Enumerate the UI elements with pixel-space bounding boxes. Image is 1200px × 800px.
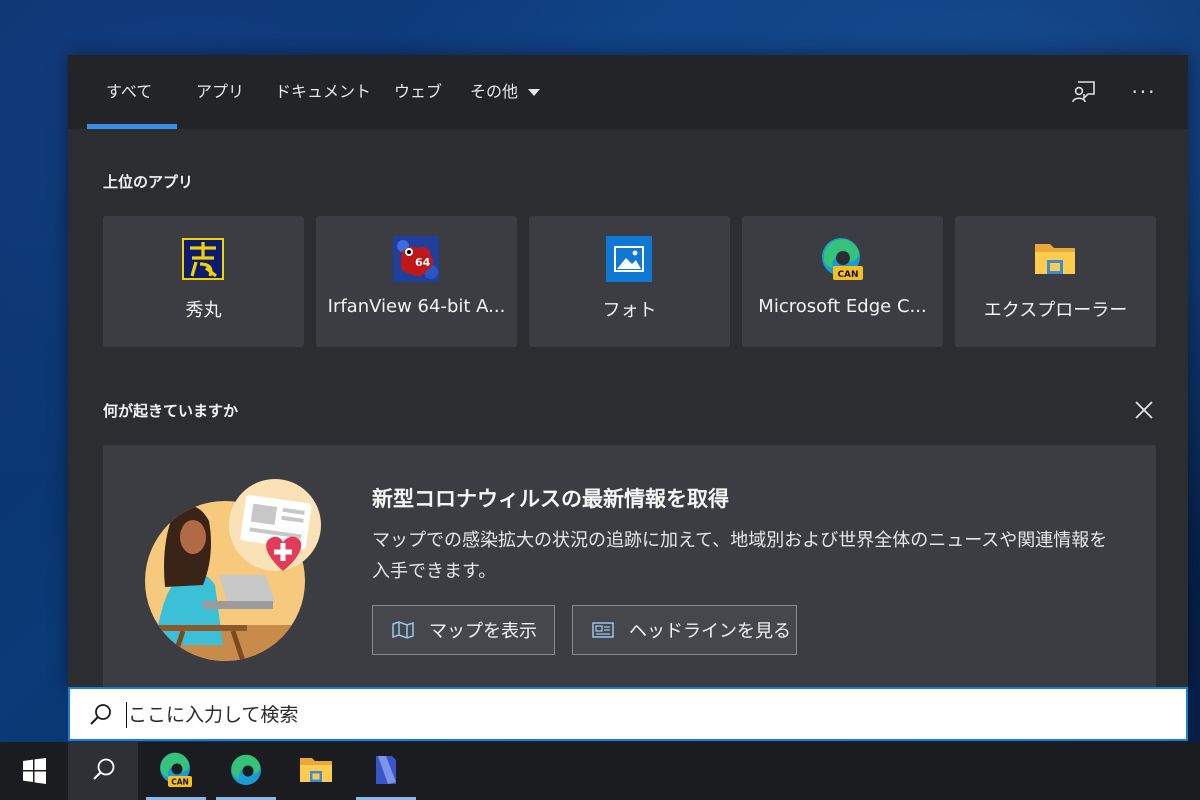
hidemaru-icon bbox=[182, 238, 224, 280]
taskbar-edge-canary[interactable]: CAN bbox=[146, 742, 206, 800]
app-label: IrfanView 64-bit A... bbox=[327, 296, 506, 317]
see-headlines-button[interactable]: ヘッドラインを見る bbox=[572, 605, 797, 655]
top-apps-title: 上位のアプリ bbox=[103, 173, 194, 191]
tab-apps[interactable]: アプリ bbox=[196, 55, 244, 129]
more-dots-icon: ··· bbox=[1131, 80, 1157, 104]
more-options-button[interactable]: ··· bbox=[1127, 75, 1161, 109]
feedback-icon bbox=[1072, 81, 1095, 103]
edge-icon bbox=[231, 754, 261, 785]
map-icon bbox=[392, 621, 414, 639]
taskbar-notepad[interactable] bbox=[356, 742, 416, 800]
taskbar-search-button[interactable] bbox=[68, 742, 138, 800]
irfanview-badge: 64 bbox=[415, 256, 431, 269]
app-label: 秀丸 bbox=[185, 300, 222, 321]
file-explorer-icon bbox=[300, 758, 332, 782]
search-panel: すべて アプリ ドキュメント ウェブ その他 ··· 上位のアプリ 秀丸 64 … bbox=[68, 55, 1188, 687]
canary-badge: CAN bbox=[837, 270, 858, 280]
app-tile-edge-canary[interactable]: CAN Microsoft Edge C... bbox=[742, 216, 943, 347]
tab-documents[interactable]: ドキュメント bbox=[275, 55, 371, 129]
show-map-button[interactable]: マップを表示 bbox=[372, 605, 555, 655]
search-box[interactable] bbox=[68, 687, 1188, 741]
app-tile-file-explorer[interactable]: エクスプローラー bbox=[955, 216, 1156, 347]
app-label: フォト bbox=[602, 300, 657, 321]
tab-web[interactable]: ウェブ bbox=[394, 55, 442, 129]
show-map-label: マップを表示 bbox=[429, 621, 537, 642]
chevron-down-icon bbox=[528, 89, 541, 96]
file-explorer-icon bbox=[1035, 244, 1075, 274]
tab-more[interactable]: その他 bbox=[470, 55, 541, 129]
search-tabbar: すべて アプリ ドキュメント ウェブ その他 ··· bbox=[68, 55, 1188, 129]
app-tile-irfanview[interactable]: 64 IrfanView 64-bit A... bbox=[316, 216, 517, 347]
app-tile-photos[interactable]: フォト bbox=[529, 216, 730, 347]
text-cursor bbox=[126, 702, 127, 728]
app-label: エクスプローラー bbox=[983, 300, 1128, 321]
photos-icon bbox=[606, 236, 652, 282]
taskbar-edge[interactable] bbox=[216, 742, 276, 800]
active-tab-indicator bbox=[87, 124, 177, 129]
windows-start-icon bbox=[23, 758, 46, 784]
start-button[interactable] bbox=[0, 742, 68, 800]
taskbar-file-explorer[interactable] bbox=[286, 742, 346, 800]
irfanview-icon: 64 bbox=[393, 236, 439, 282]
search-icon bbox=[90, 704, 111, 725]
tab-all[interactable]: すべて bbox=[106, 55, 152, 129]
news-body: マップでの感染拡大の状況の追跡に加えて、地域別および世界全体のニュースや関連情報… bbox=[372, 530, 1108, 582]
app-label: Microsoft Edge C... bbox=[758, 296, 927, 317]
edge-canary-icon: CAN bbox=[822, 238, 863, 280]
search-input[interactable] bbox=[128, 697, 1168, 733]
search-icon bbox=[93, 758, 115, 780]
taskbar: CAN bbox=[0, 742, 1200, 800]
covid-illustration bbox=[145, 479, 321, 661]
feedback-button[interactable] bbox=[1067, 75, 1101, 109]
news-title: 新型コロナウィルスの最新情報を取得 bbox=[372, 487, 729, 511]
whats-happening-title: 何が起きていますか bbox=[103, 402, 239, 420]
see-headlines-label: ヘッドラインを見る bbox=[629, 621, 791, 642]
close-icon[interactable] bbox=[1132, 398, 1156, 422]
canary-badge: CAN bbox=[171, 778, 189, 787]
edge-canary-icon: CAN bbox=[160, 752, 192, 787]
newspaper-icon bbox=[592, 622, 614, 638]
tab-more-label: その他 bbox=[470, 82, 519, 101]
app-tile-hidemaru[interactable]: 秀丸 bbox=[103, 216, 304, 347]
notepad-icon bbox=[376, 756, 396, 784]
news-card: 新型コロナウィルスの最新情報を取得 マップでの感染拡大の状況の追跡に加えて、地域… bbox=[103, 445, 1156, 687]
